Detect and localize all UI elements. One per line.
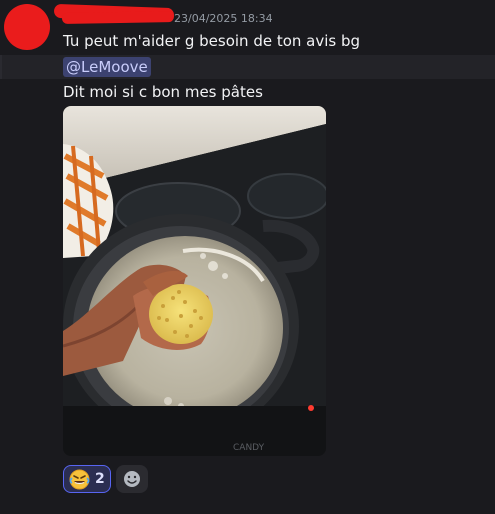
user-mention[interactable]: @LeMoove [63, 57, 151, 77]
message-text-line: Tu peut m'aider g besoin de ton avis bg [63, 32, 361, 50]
add-reaction-button[interactable] [116, 465, 148, 493]
message-text-line: Dit moi si c bon mes pâtes [63, 83, 263, 101]
redacted-username-stroke [61, 11, 175, 24]
pasta-pot-photo: CANDY [63, 106, 326, 456]
chat-message: 23/04/2025 18:34 Tu peut m'aider g besoi… [0, 0, 495, 514]
mention-highlight-bar [0, 55, 2, 79]
message-timestamp: 23/04/2025 18:34 [174, 12, 273, 25]
smiley-add-reaction-icon [124, 471, 140, 487]
image-attachment[interactable]: CANDY [63, 106, 326, 456]
reaction-button[interactable]: 2 [63, 465, 111, 493]
avatar[interactable] [4, 4, 50, 50]
rolling-on-floor-laughing-emoji-icon [69, 469, 90, 490]
mention-highlight-row: @LeMoove [0, 55, 495, 79]
stove-watermark: CANDY [233, 443, 265, 453]
reaction-count: 2 [95, 471, 105, 487]
